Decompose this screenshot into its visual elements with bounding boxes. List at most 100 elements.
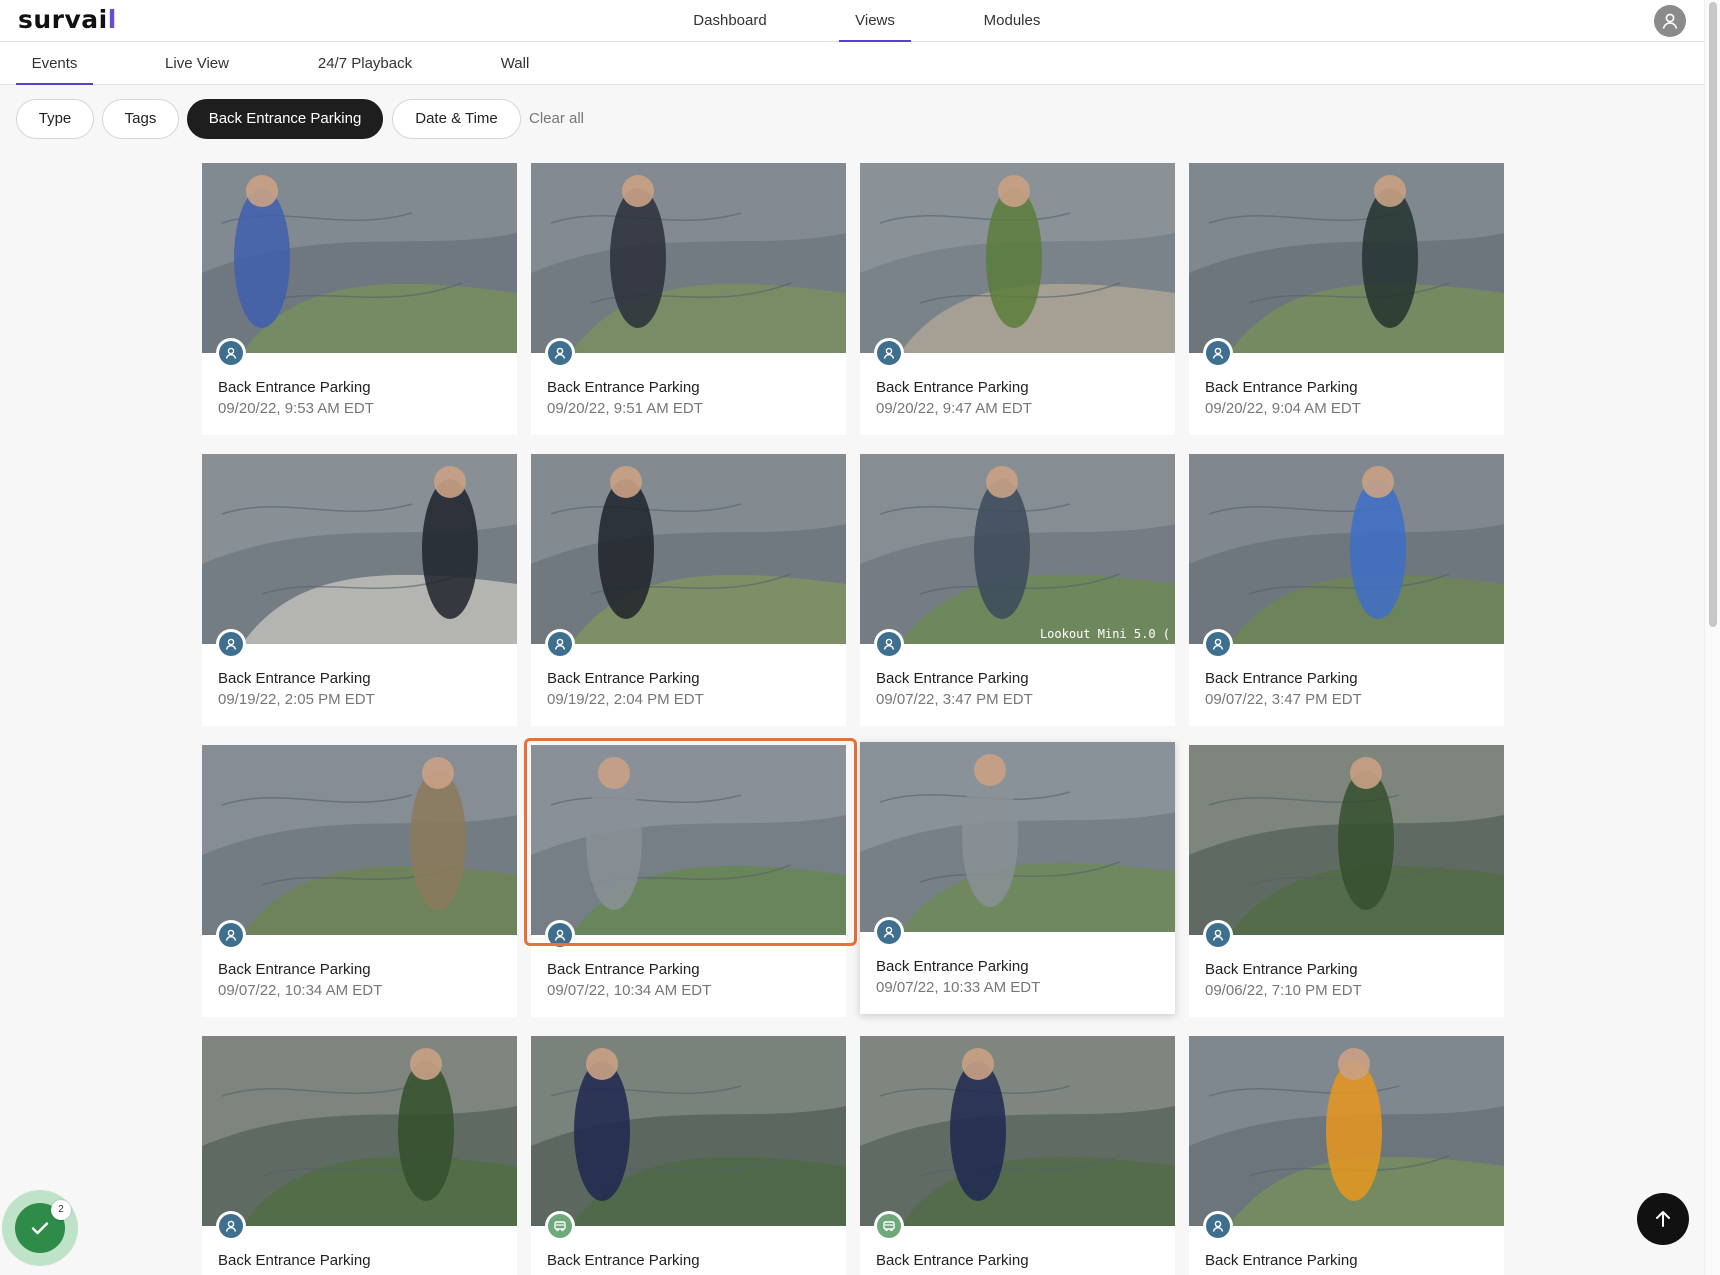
- event-thumbnail[interactable]: [860, 163, 1175, 353]
- filter-location-chip[interactable]: Back Entrance Parking: [187, 99, 383, 139]
- event-location: Back Entrance Parking: [547, 670, 700, 687]
- event-thumbnail[interactable]: [1189, 454, 1504, 644]
- event-card[interactable]: Back Entrance Parking 09/19/22, 2:05 PM E…: [202, 454, 517, 726]
- event-location: Back Entrance Parking: [1205, 379, 1358, 396]
- event-type-badge: [545, 920, 575, 950]
- logo-accent: l: [107, 5, 117, 34]
- event-timestamp: 09/20/22, 9:51 AM EDT: [547, 400, 703, 417]
- top-bar: survail Dashboard Views Modules: [0, 0, 1704, 42]
- event-card[interactable]: Back Entrance Parking 09/20/22, 9:47 AM E…: [860, 163, 1175, 435]
- event-card[interactable]: Back Entrance Parking 09/07/22, 10:34 AM …: [202, 745, 517, 1017]
- event-card[interactable]: Back Entrance Parking 09/07/22, 3:47 PM E…: [1189, 454, 1504, 726]
- event-card[interactable]: Lookout Mini 5.0 ( Back Entrance Parking 0…: [860, 454, 1175, 726]
- clear-all-button[interactable]: Clear all: [529, 99, 599, 139]
- page-scrollbar[interactable]: [1704, 0, 1720, 1275]
- event-timestamp: 09/07/22, 10:34 AM EDT: [547, 982, 712, 999]
- event-type-badge: [216, 1211, 246, 1241]
- thumbnail-image: [202, 1036, 517, 1226]
- event-timestamp: 09/20/22, 9:04 AM EDT: [1205, 400, 1361, 417]
- event-timestamp: 09/07/22, 10:33 AM EDT: [876, 979, 1041, 996]
- event-card[interactable]: Back Entrance Parking: [860, 1036, 1175, 1275]
- event-card[interactable]: Back Entrance Parking 09/19/22, 2:04 PM E…: [531, 454, 846, 726]
- event-thumbnail[interactable]: [531, 454, 846, 644]
- event-type-badge: [1203, 338, 1233, 368]
- event-location: Back Entrance Parking: [876, 670, 1029, 687]
- tab-playback[interactable]: 24/7 Playback: [306, 42, 424, 85]
- person-icon: [877, 632, 901, 656]
- event-card[interactable]: Back Entrance Parking: [1189, 1036, 1504, 1275]
- scroll-to-top-button[interactable]: [1637, 1193, 1689, 1245]
- event-timestamp: 09/20/22, 9:47 AM EDT: [876, 400, 1032, 417]
- event-thumbnail[interactable]: [531, 163, 846, 353]
- event-card[interactable]: Back Entrance Parking: [531, 1036, 846, 1275]
- account-button[interactable]: [1654, 5, 1686, 37]
- event-timestamp: 09/19/22, 2:05 PM EDT: [218, 691, 375, 708]
- tab-live-view[interactable]: Live View: [153, 42, 241, 85]
- tab-events[interactable]: Events: [16, 42, 93, 85]
- status-button[interactable]: 2: [2, 1190, 78, 1266]
- event-thumbnail[interactable]: [860, 1036, 1175, 1226]
- filter-type-chip[interactable]: Type: [16, 99, 94, 139]
- person-icon: [548, 341, 572, 365]
- filter-date-time-chip[interactable]: Date & Time: [392, 99, 521, 139]
- event-type-badge: [216, 920, 246, 950]
- event-thumbnail[interactable]: [202, 163, 517, 353]
- event-card[interactable]: Back Entrance Parking 09/20/22, 9:51 AM E…: [531, 163, 846, 435]
- event-card[interactable]: Back Entrance Parking: [202, 1036, 517, 1275]
- event-thumbnail[interactable]: [202, 745, 517, 935]
- arrow-up-icon: [1656, 1211, 1670, 1227]
- event-type-badge: [1203, 1211, 1233, 1241]
- thumbnail-image: [202, 454, 517, 644]
- status-count-badge: 2: [51, 1200, 71, 1220]
- logo-text: survai: [18, 5, 108, 34]
- event-card[interactable]: Back Entrance Parking 09/20/22, 9:04 AM E…: [1189, 163, 1504, 435]
- thumbnail-image: [1189, 454, 1504, 644]
- person-icon: [877, 341, 901, 365]
- filter-tags-chip[interactable]: Tags: [102, 99, 179, 139]
- event-timestamp: 09/07/22, 3:47 PM EDT: [876, 691, 1033, 708]
- scrollbar-thumb[interactable]: [1709, 2, 1717, 627]
- event-timestamp: 09/06/22, 7:10 PM EDT: [1205, 982, 1362, 999]
- person-icon: [219, 1214, 243, 1238]
- event-thumbnail[interactable]: [531, 745, 846, 935]
- checkmark-icon: [31, 1222, 49, 1235]
- thumbnail-image: [202, 163, 517, 353]
- nav-views[interactable]: Views: [839, 0, 911, 42]
- event-card[interactable]: Back Entrance Parking 09/07/22, 10:33 AM …: [860, 742, 1175, 1014]
- thumbnail-image: [860, 742, 1175, 932]
- event-timestamp: 09/20/22, 9:53 AM EDT: [218, 400, 374, 417]
- nav-dashboard[interactable]: Dashboard: [680, 0, 780, 42]
- thumbnail-image: [1189, 1036, 1504, 1226]
- event-location: Back Entrance Parking: [876, 379, 1029, 396]
- event-location: Back Entrance Parking: [547, 1252, 700, 1269]
- event-card[interactable]: Back Entrance Parking 09/06/22, 7:10 PM E…: [1189, 745, 1504, 1017]
- event-card[interactable]: Back Entrance Parking 09/20/22, 9:53 AM E…: [202, 163, 517, 435]
- event-thumbnail[interactable]: [531, 1036, 846, 1226]
- event-location: Back Entrance Parking: [547, 961, 700, 978]
- event-location: Back Entrance Parking: [218, 379, 371, 396]
- event-thumbnail[interactable]: Lookout Mini 5.0 (: [860, 454, 1175, 644]
- nav-modules[interactable]: Modules: [971, 0, 1053, 42]
- event-thumbnail[interactable]: [860, 742, 1175, 932]
- thumbnail-image: [1189, 163, 1504, 353]
- event-thumbnail[interactable]: [1189, 745, 1504, 935]
- camera-overlay-text: Lookout Mini 5.0 (: [1040, 627, 1170, 641]
- person-icon: [219, 923, 243, 947]
- event-thumbnail[interactable]: [202, 1036, 517, 1226]
- tab-wall[interactable]: Wall: [490, 42, 540, 85]
- event-type-badge: [545, 629, 575, 659]
- thumbnail-image: [202, 745, 517, 935]
- event-location: Back Entrance Parking: [218, 670, 371, 687]
- thumbnail-image: [531, 163, 846, 353]
- app-logo[interactable]: survail: [18, 5, 117, 34]
- thumbnail-image: [860, 1036, 1175, 1226]
- event-location: Back Entrance Parking: [1205, 961, 1358, 978]
- event-type-badge: [874, 917, 904, 947]
- event-thumbnail[interactable]: [202, 454, 517, 644]
- event-thumbnail[interactable]: [1189, 1036, 1504, 1226]
- event-thumbnail[interactable]: [1189, 163, 1504, 353]
- event-card[interactable]: Back Entrance Parking 09/07/22, 10:34 AM …: [524, 738, 857, 1017]
- event-location: Back Entrance Parking: [218, 961, 371, 978]
- event-location: Back Entrance Parking: [1205, 1252, 1358, 1269]
- event-timestamp: 09/07/22, 3:47 PM EDT: [1205, 691, 1362, 708]
